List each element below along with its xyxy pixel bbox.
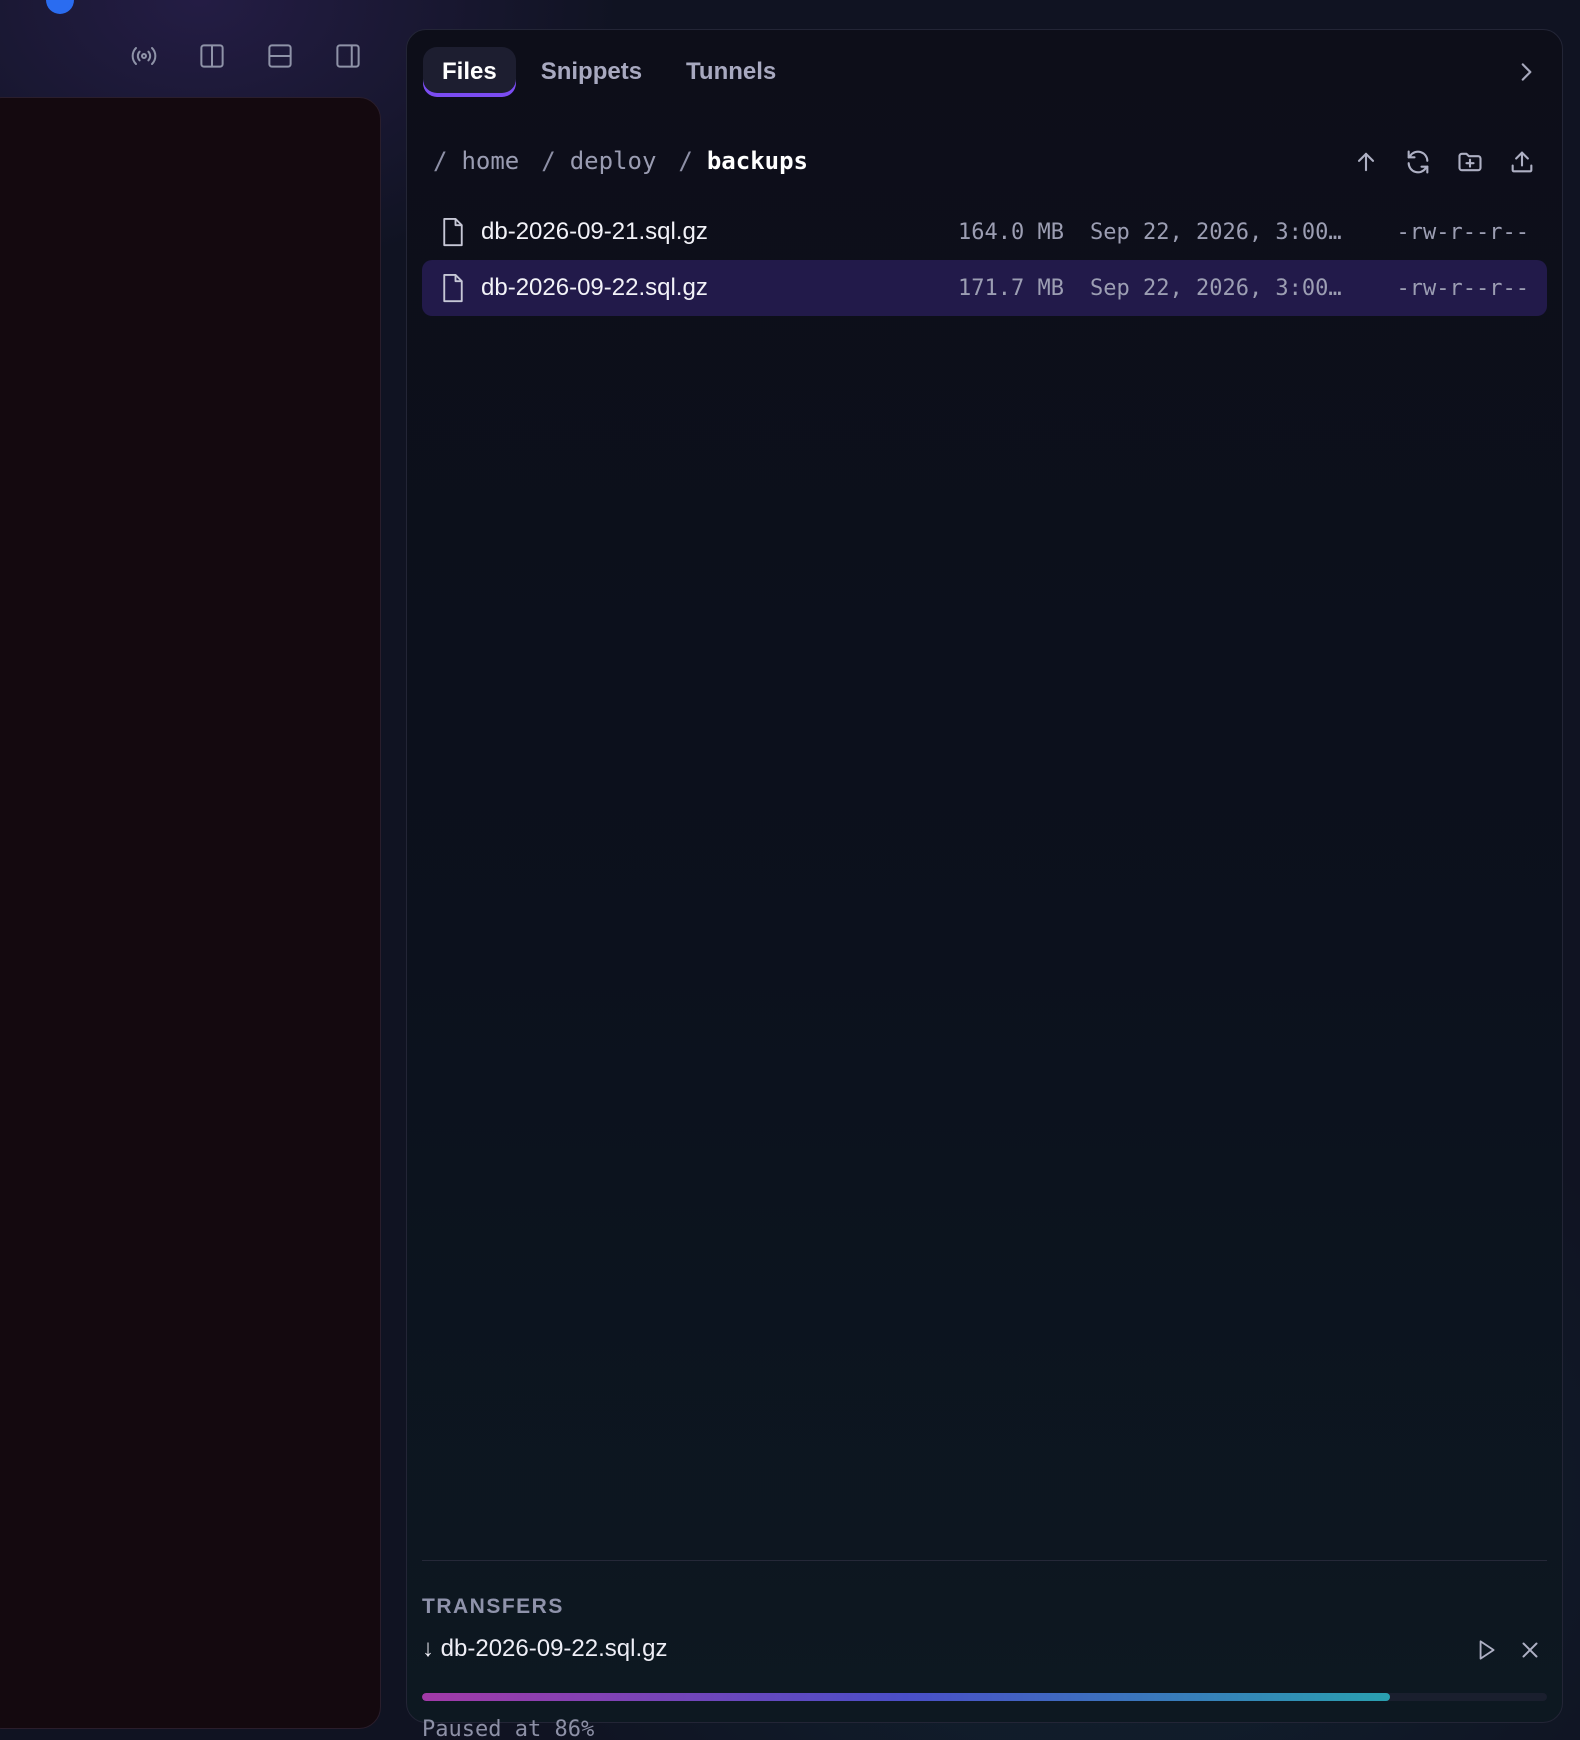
layout-toolbar bbox=[110, 36, 382, 76]
upload-icon[interactable] bbox=[1502, 142, 1542, 182]
file-row[interactable]: db-2026-09-21.sql.gz 164.0 MB Sep 22, 20… bbox=[422, 204, 1547, 260]
path-actions bbox=[1346, 142, 1542, 182]
file-list: db-2026-09-21.sql.gz 164.0 MB Sep 22, 20… bbox=[422, 204, 1547, 316]
terminal-pane[interactable] bbox=[0, 97, 381, 1729]
refresh-icon[interactable] bbox=[1398, 142, 1438, 182]
transfers-title: TRANSFERS bbox=[422, 1595, 564, 1618]
file-size: 164.0 MB bbox=[958, 219, 1064, 245]
close-icon[interactable] bbox=[1513, 1633, 1547, 1667]
file-modified: Sep 22, 2026, 3:00… bbox=[1090, 219, 1342, 245]
file-permissions: -rw-r--r-- bbox=[1396, 275, 1529, 301]
breadcrumb-backups: backups bbox=[706, 147, 809, 175]
file-permissions: -rw-r--r-- bbox=[1396, 219, 1529, 245]
chevron-right-icon[interactable] bbox=[1508, 54, 1544, 90]
new-folder-icon[interactable] bbox=[1450, 142, 1490, 182]
app-window: Files Snippets Tunnels / home / deploy /… bbox=[0, 0, 1580, 1740]
tab-files[interactable]: Files bbox=[423, 47, 516, 97]
transfers-section: TRANSFERS ↓ db-2026-09-22.sql.gz Paused … bbox=[422, 1560, 1547, 1740]
sidebar-right-icon[interactable] bbox=[314, 36, 382, 76]
file-icon bbox=[443, 273, 463, 303]
transfer-progress-fill bbox=[422, 1693, 1390, 1701]
split-horizontal-icon[interactable] bbox=[246, 36, 314, 76]
breadcrumb-separator: / bbox=[678, 147, 693, 175]
file-icon bbox=[443, 217, 463, 247]
status-dot bbox=[46, 0, 74, 14]
side-panel: Files Snippets Tunnels / home / deploy /… bbox=[406, 29, 1563, 1740]
transfer-actions bbox=[1469, 1633, 1547, 1667]
file-modified: Sep 22, 2026, 3:00… bbox=[1090, 275, 1342, 301]
breadcrumb-home[interactable]: home bbox=[461, 147, 519, 175]
file-name: db-2026-09-22.sql.gz bbox=[481, 274, 708, 301]
file-size: 171.7 MB bbox=[958, 275, 1064, 301]
file-row[interactable]: db-2026-09-22.sql.gz 171.7 MB Sep 22, 20… bbox=[422, 260, 1547, 316]
transfer-status: Paused at 86% bbox=[422, 1717, 595, 1740]
panel-tabs: Files Snippets Tunnels bbox=[423, 47, 801, 97]
file-name: db-2026-09-21.sql.gz bbox=[481, 218, 708, 245]
breadcrumb: / home / deploy / backups bbox=[433, 139, 808, 183]
transfer-file-name: ↓ db-2026-09-22.sql.gz bbox=[422, 1635, 668, 1662]
transfer-progress-bar bbox=[422, 1693, 1547, 1701]
breadcrumb-root[interactable]: / bbox=[433, 147, 447, 175]
broadcast-icon[interactable] bbox=[110, 36, 178, 76]
tab-snippets[interactable]: Snippets bbox=[522, 47, 661, 97]
arrow-up-icon[interactable] bbox=[1346, 142, 1386, 182]
play-icon[interactable] bbox=[1469, 1633, 1503, 1667]
split-vertical-icon[interactable] bbox=[178, 36, 246, 76]
breadcrumb-deploy[interactable]: deploy bbox=[570, 147, 657, 175]
tab-tunnels[interactable]: Tunnels bbox=[667, 47, 795, 97]
breadcrumb-separator: / bbox=[541, 147, 556, 175]
